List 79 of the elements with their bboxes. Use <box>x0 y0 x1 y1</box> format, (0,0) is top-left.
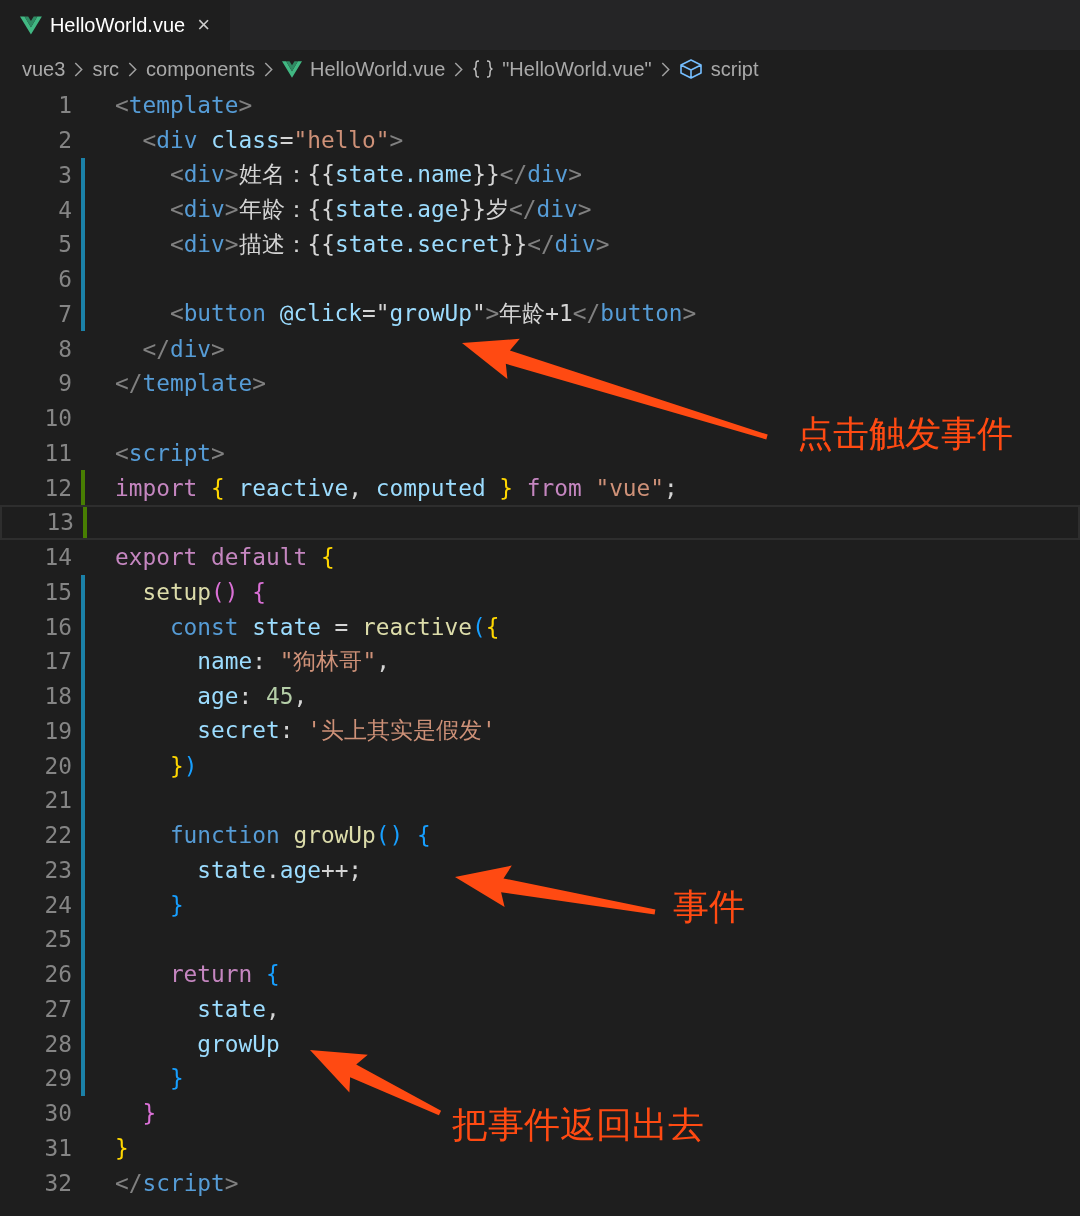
code-line: } <box>168 1065 184 1092</box>
code-line: <script> <box>115 439 225 466</box>
chevron-icon <box>74 61 84 77</box>
line-number: 9 <box>57 370 72 397</box>
code-line: <div>年龄：{{state.age}}岁</div> <box>168 195 592 225</box>
breadcrumb-item[interactable]: vue3 <box>22 57 66 81</box>
line-number: 15 <box>43 578 72 605</box>
code-line: <template> <box>115 92 253 119</box>
chevron-icon <box>264 61 273 77</box>
line-number: 28 <box>43 1030 72 1057</box>
code-line: const state = reactive({ <box>168 613 500 640</box>
code-line: <div>描述：{{state.secret}}</div> <box>168 229 610 259</box>
breadcrumb-item[interactable]: script <box>678 57 759 81</box>
code-line: import { reactive, computed } from "vue"; <box>115 474 678 501</box>
line-number: 26 <box>43 961 72 988</box>
vue-file-icon <box>282 60 302 78</box>
line-number: 29 <box>43 1065 72 1092</box>
chevron-icon <box>454 61 464 77</box>
breadcrumb-item[interactable]: "HelloWorld.vue" <box>472 57 652 81</box>
line-number: 10 <box>43 405 72 432</box>
code-line: state, <box>196 995 280 1022</box>
code-line: </template> <box>115 370 266 397</box>
line-number: 1 <box>57 92 72 119</box>
line-number: 21 <box>43 787 72 814</box>
line-number: 11 <box>43 439 72 466</box>
code-line: return { <box>168 961 280 988</box>
code-line: <div>姓名：{{state.name}}</div> <box>168 160 583 190</box>
line-number: 32 <box>43 1169 72 1196</box>
code-line: </div> <box>141 335 225 362</box>
chevron-icon <box>128 61 138 77</box>
code-line: <div class="hello"> <box>141 127 404 154</box>
line-number: 20 <box>43 752 72 779</box>
line-number: 5 <box>57 231 72 258</box>
line-number: 3 <box>57 161 72 188</box>
code-line: name: "狗林哥", <box>196 646 390 676</box>
code-line: age: 45, <box>196 683 308 710</box>
editor-tab[interactable]: HelloWorld.vue × <box>0 0 230 50</box>
line-number: 19 <box>43 717 72 744</box>
line-number: 6 <box>57 266 72 293</box>
code-line: </script> <box>115 1169 239 1196</box>
line-number: 30 <box>43 1100 72 1127</box>
code-line: setup() { <box>141 578 266 605</box>
code-line: secret: '头上其实是假发' <box>196 716 496 746</box>
code-line: } <box>115 1134 129 1161</box>
breadcrumb-item[interactable]: components <box>146 57 255 81</box>
code-line: }) <box>168 752 198 779</box>
code-line: state.age++; <box>196 856 363 883</box>
line-number: 16 <box>43 613 72 640</box>
annotation-label: 点击触发事件 <box>797 412 1013 456</box>
line-number: 8 <box>57 335 72 362</box>
code-line: } <box>168 891 184 918</box>
code-line: export default { <box>115 544 335 571</box>
annotation-label: 把事件返回出去 <box>452 1103 704 1147</box>
line-number: 4 <box>57 196 72 223</box>
code-line: function growUp() { <box>168 822 431 849</box>
cube-icon <box>678 58 703 80</box>
line-number: 23 <box>43 856 72 883</box>
code-line: } <box>141 1100 157 1127</box>
line-number: 27 <box>43 995 72 1022</box>
line-number: 7 <box>57 300 72 327</box>
line-number: 24 <box>43 891 72 918</box>
line-number: 22 <box>43 822 72 849</box>
line-number: 31 <box>43 1134 72 1161</box>
chevron-icon <box>660 61 670 77</box>
line-number: 13 <box>45 509 74 536</box>
line-number: 25 <box>43 926 72 953</box>
vue-file-icon <box>20 15 42 35</box>
code-line: <button @click="growUp">年龄+1</button> <box>168 299 697 329</box>
line-number: 17 <box>43 648 72 675</box>
line-number: 18 <box>43 683 72 710</box>
annotation-label: 事件 <box>673 885 745 929</box>
code-line: growUp <box>196 1030 280 1057</box>
breadcrumb-item[interactable]: HelloWorld.vue <box>282 57 446 81</box>
breadcrumb-item[interactable]: src <box>92 57 120 81</box>
line-number: 12 <box>43 474 72 501</box>
line-number: 14 <box>43 544 72 571</box>
braces-icon <box>472 59 495 79</box>
line-number: 2 <box>57 127 72 154</box>
close-icon[interactable]: × <box>197 12 210 38</box>
